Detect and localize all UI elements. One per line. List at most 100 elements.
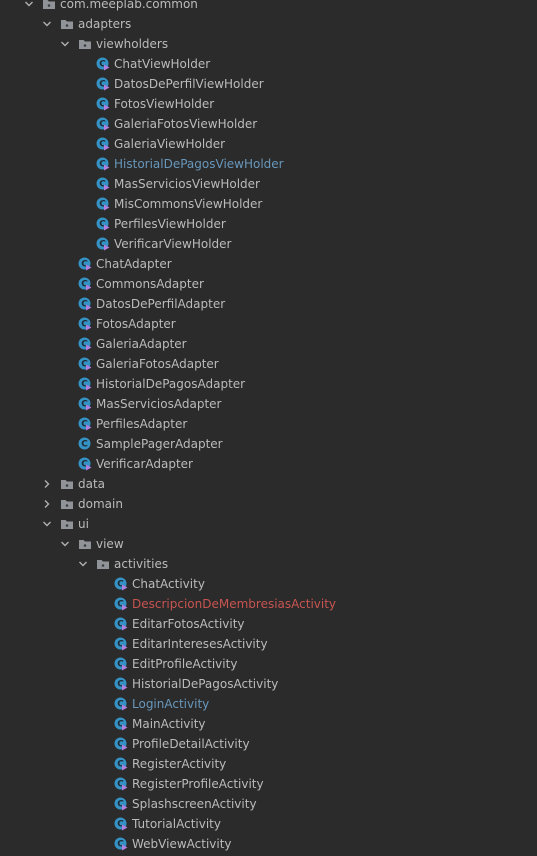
tree-class-descripcion-de-membresias-activity[interactable]: C DescripcionDeMembresiasActivity [0,594,537,614]
class-icon: C [78,437,92,451]
tree-class-tutorial-activity[interactable]: C TutorialActivity [0,814,537,834]
tree-node-label: ui [78,517,89,531]
chevron-right-icon[interactable] [42,479,52,489]
kotlin-class-icon: C [96,117,110,131]
tree-package-viewholders[interactable]: viewholders [0,34,537,54]
tree-class-sample-pager-adapter[interactable]: C SamplePagerAdapter [0,434,537,454]
chevron-down-icon[interactable] [60,39,70,49]
tree-class-profile-detail-activity[interactable]: C ProfileDetailActivity [0,734,537,754]
tree-package-adapters[interactable]: adapters [0,14,537,34]
tree-class-editar-fotos-activity[interactable]: C EditarFotosActivity [0,614,537,634]
kotlin-class-icon: C [96,237,110,251]
kotlin-class-icon: C [114,837,128,851]
kotlin-class-icon: C [78,277,92,291]
tree-package-activities[interactable]: activities [0,554,537,574]
chevron-right-icon[interactable] [42,499,52,509]
tree-class-commons-adapter[interactable]: C CommonsAdapter [0,274,537,294]
tree-package-view[interactable]: view [0,534,537,554]
kotlin-class-icon: C [78,317,92,331]
chevron-down-icon[interactable] [24,0,34,9]
tree-package-ui[interactable]: ui [0,514,537,534]
tree-package-data[interactable]: data [0,474,537,494]
tree-class-fotos-adapter[interactable]: C FotosAdapter [0,314,537,334]
tree-class-historial-de-pagos-view-holder[interactable]: C HistorialDePagosViewHolder [0,154,537,174]
tree-node-label: LoginActivity [132,697,210,711]
tree-class-perfiles-view-holder[interactable]: C PerfilesViewHolder [0,214,537,234]
package-folder-icon [96,557,110,571]
package-folder-icon [60,17,74,31]
kotlin-class-icon: C [78,337,92,351]
tree-node-label: EditarFotosActivity [132,617,245,631]
tree-class-historial-de-pagos-activity[interactable]: C HistorialDePagosActivity [0,674,537,694]
tree-package-com-meeplab-common[interactable]: com.meeplab.common [0,0,537,14]
tree-class-mas-servicios-view-holder[interactable]: C MasServiciosViewHolder [0,174,537,194]
kotlin-class-icon: C [96,137,110,151]
kotlin-class-icon: C [114,677,128,691]
tree-class-verificar-adapter[interactable]: C VerificarAdapter [0,454,537,474]
tree-class-register-activity[interactable]: C RegisterActivity [0,754,537,774]
tree-class-galeria-fotos-adapter[interactable]: C GaleriaFotosAdapter [0,354,537,374]
tree-class-datos-de-perfil-adapter[interactable]: C DatosDePerfilAdapter [0,294,537,314]
tree-class-datos-de-perfil-view-holder[interactable]: C DatosDePerfilViewHolder [0,74,537,94]
tree-class-register-profile-activity[interactable]: C RegisterProfileActivity [0,774,537,794]
kotlin-class-icon: C [96,217,110,231]
tree-node-label: SplashscreenActivity [132,797,257,811]
kotlin-class-icon: C [114,737,128,751]
tree-class-fotos-view-holder[interactable]: C FotosViewHolder [0,94,537,114]
package-folder-icon [60,497,74,511]
tree-node-label: DatosDePerfilAdapter [96,297,226,311]
tree-class-editar-intereses-activity[interactable]: C EditarInteresesActivity [0,634,537,654]
tree-class-perfiles-adapter[interactable]: C PerfilesAdapter [0,414,537,434]
tree-class-historial-de-pagos-adapter[interactable]: C HistorialDePagosAdapter [0,374,537,394]
tree-class-chat-activity[interactable]: C ChatActivity [0,574,537,594]
tree-class-mas-servicios-adapter[interactable]: C MasServiciosAdapter [0,394,537,414]
kotlin-class-icon: C [96,57,110,71]
tree-class-main-activity[interactable]: C MainActivity [0,714,537,734]
kotlin-class-icon: C [114,777,128,791]
chevron-down-icon[interactable] [42,519,52,529]
tree-node-label: FotosAdapter [96,317,176,331]
tree-class-verificar-view-holder[interactable]: C VerificarViewHolder [0,234,537,254]
tree-class-web-view-activity[interactable]: C WebViewActivity [0,834,537,854]
tree-class-mis-commons-view-holder[interactable]: C MisCommonsViewHolder [0,194,537,214]
tree-class-login-activity[interactable]: C LoginActivity [0,694,537,714]
tree-node-label: GaleriaAdapter [96,337,187,351]
tree-node-label: SamplePagerAdapter [96,437,223,451]
tree-class-galeria-view-holder[interactable]: C GaleriaViewHolder [0,134,537,154]
kotlin-class-icon: C [114,637,128,651]
chevron-down-icon[interactable] [60,539,70,549]
tree-class-galeria-fotos-view-holder[interactable]: C GaleriaFotosViewHolder [0,114,537,134]
tree-node-label: GaleriaFotosAdapter [96,357,219,371]
tree-node-label: activities [114,557,169,571]
tree-class-galeria-adapter[interactable]: C GaleriaAdapter [0,334,537,354]
tree-class-chat-adapter[interactable]: C ChatAdapter [0,254,537,274]
tree-class-splashscreen-activity[interactable]: C SplashscreenActivity [0,794,537,814]
tree-node-label: PerfilesViewHolder [114,217,226,231]
tree-class-edit-profile-activity[interactable]: C EditProfileActivity [0,654,537,674]
chevron-down-icon[interactable] [42,19,52,29]
tree-node-label: WebViewActivity [132,837,232,851]
kotlin-class-icon: C [114,597,128,611]
chevron-down-icon[interactable] [78,559,88,569]
tree-class-chat-view-holder[interactable]: C ChatViewHolder [0,54,537,74]
kotlin-class-icon: C [78,377,92,391]
kotlin-class-icon: C [96,197,110,211]
tree-package-domain[interactable]: domain [0,494,537,514]
kotlin-class-icon: C [114,817,128,831]
tree-node-label: PerfilesAdapter [96,417,188,431]
tree-node-label: viewholders [96,37,169,51]
